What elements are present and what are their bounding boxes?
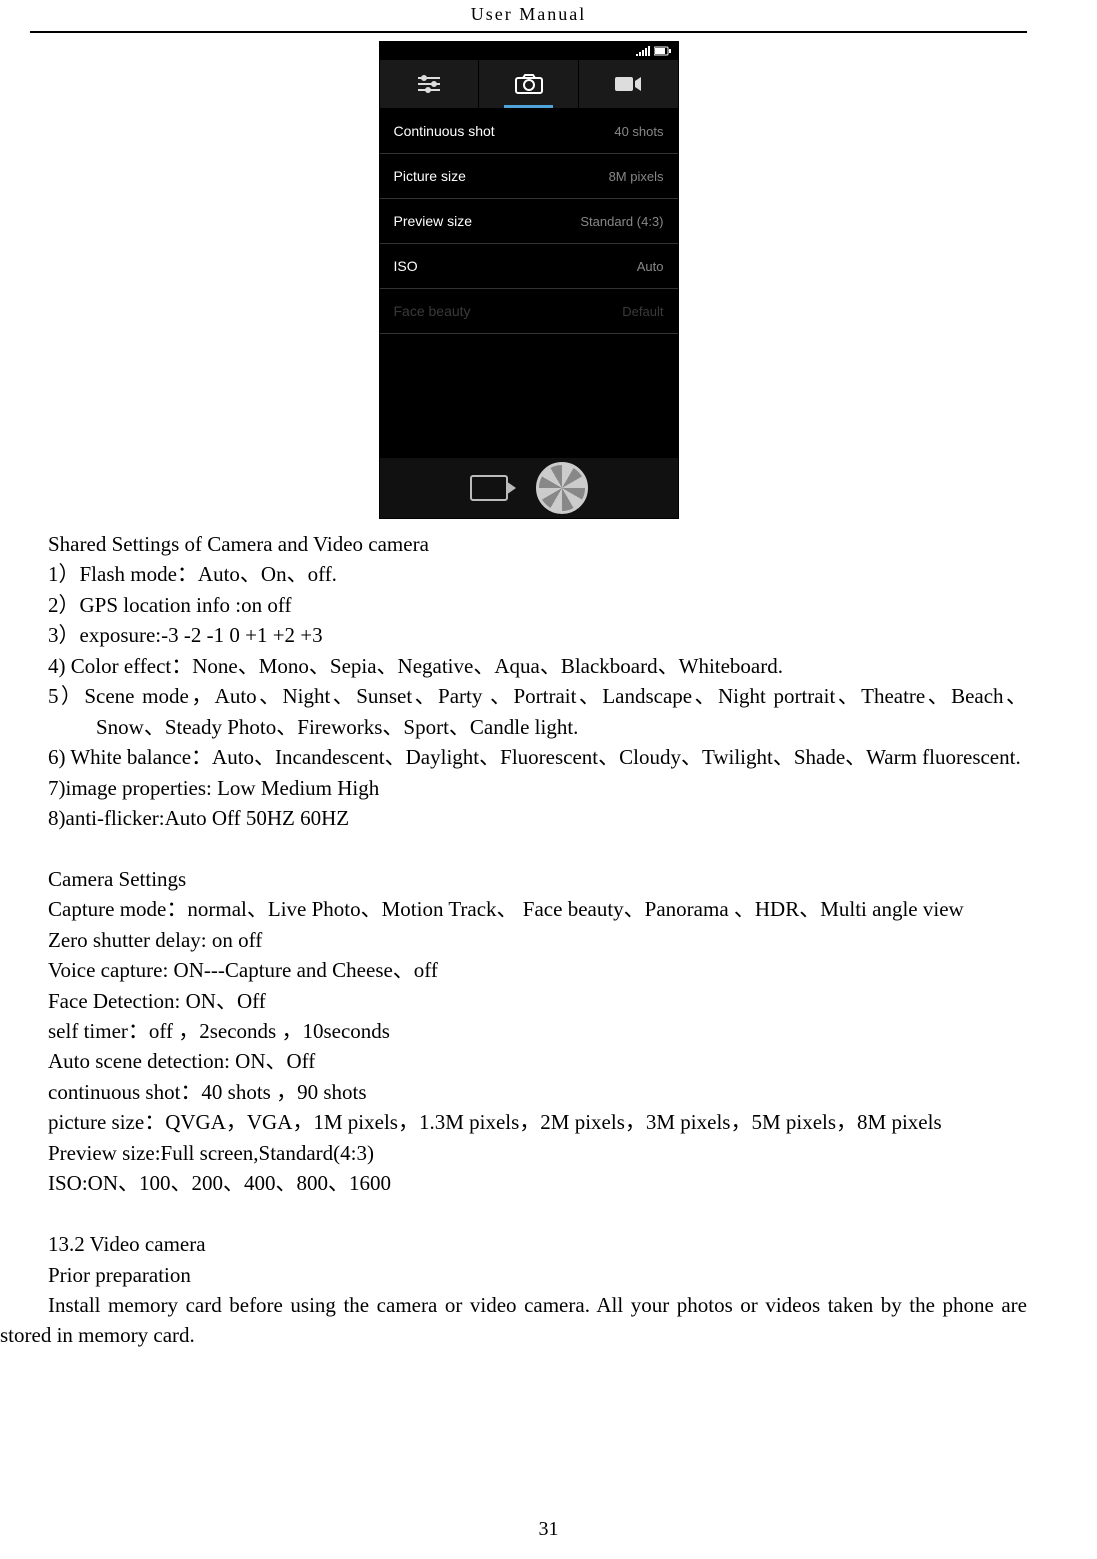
tab-video[interactable] [579,60,678,108]
text-line: Voice capture: ON---Capture and Cheese、o… [0,955,1027,985]
row-value: Auto [637,259,664,274]
row-value: 8M pixels [609,169,664,184]
text-line: 3）exposure:-3 -2 -1 0 +1 +2 +3 [0,620,1027,650]
tab-camera[interactable] [479,60,579,108]
document-body: Shared Settings of Camera and Video came… [0,529,1057,1351]
text-line: Capture mode：normal、Live Photo、Motion Tr… [0,894,1027,924]
text-line: Prior preparation [0,1260,1027,1290]
blank-line [0,833,1027,863]
battery-icon [654,46,672,56]
text-line: Preview size:Full screen,Standard(4:3) [0,1138,1027,1168]
row-preview-size[interactable]: Preview size Standard (4:3) [380,199,678,244]
text-line: Face Detection: ON、Off [0,986,1027,1016]
text-line: Install memory card before using the cam… [0,1290,1027,1351]
tab-sliders[interactable] [380,60,480,108]
camera-icon [514,74,544,94]
shutter-button[interactable] [536,462,588,514]
sliders-icon [416,74,442,94]
text-line: 5）Scene mode，Auto、Night、Sunset、Party 、Po… [48,681,1027,742]
signal-icon [636,46,650,56]
row-face-beauty[interactable]: Face beauty Default [380,289,678,334]
row-label: ISO [394,258,418,274]
page-header: User Manual [30,0,1027,33]
row-value: Standard (4:3) [580,214,663,229]
row-label: Continuous shot [394,123,495,139]
text-line: Shared Settings of Camera and Video came… [0,529,1027,559]
phone-screenshot: Continuous shot 40 shots Picture size 8M… [379,41,679,519]
row-picture-size[interactable]: Picture size 8M pixels [380,154,678,199]
text-line: Zero shutter delay: on off [0,925,1027,955]
row-value: 40 shots [614,124,663,139]
text-line: Auto scene detection: ON、Off [0,1046,1027,1076]
row-value: Default [622,304,663,319]
text-line: 7)image properties: Low Medium High [0,773,1027,803]
text-line: 1）Flash mode：Auto、On、off. [0,559,1027,589]
text-line: self timer：off ，2seconds ，10seconds [0,1016,1027,1046]
video-icon [613,75,643,93]
row-label: Preview size [394,213,473,229]
row-iso[interactable]: ISO Auto [380,244,678,289]
text-line: picture size：QVGA，VGA，1M pixels，1.3M pix… [0,1107,1027,1137]
text-line: continuous shot：40 shots ，90 shots [0,1077,1027,1107]
text-line: 4) Color effect：None、Mono、Sepia、Negative… [0,651,1027,681]
settings-list: Continuous shot 40 shots Picture size 8M… [380,109,678,334]
text-line: 6) White balance：Auto、Incandescent、Dayli… [0,742,1027,772]
status-bar [380,42,678,60]
text-line: Camera Settings [0,864,1027,894]
row-label: Picture size [394,168,466,184]
settings-tabs [380,60,678,109]
text-line: 2）GPS location info :on off [0,590,1027,620]
row-continuous-shot[interactable]: Continuous shot 40 shots [380,109,678,154]
section-heading: 13.2 Video camera [0,1229,1027,1259]
video-rec-icon[interactable] [470,475,508,501]
camera-bottom-bar [380,458,678,518]
row-label: Face beauty [394,303,471,319]
text-line: 8)anti-flicker:Auto Off 50HZ 60HZ [0,803,1027,833]
blank-line [0,1199,1027,1229]
page-number: 31 [0,1518,1097,1541]
text-line: ISO:ON、100、200、400、800、1600 [0,1168,1027,1198]
